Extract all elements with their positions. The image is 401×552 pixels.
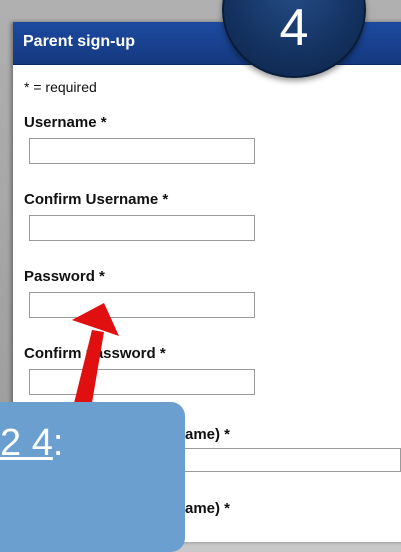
- partial-name-label-1: ame) *: [185, 426, 231, 443]
- step-callout-suffix: :: [52, 422, 64, 464]
- partial-name-input-1[interactable]: [185, 448, 401, 472]
- step-callout-underlined: 2 4: [0, 422, 53, 464]
- partial-name-label-2: ame) *: [185, 500, 231, 517]
- password-label: Password *: [24, 268, 105, 285]
- username-label: Username *: [24, 114, 107, 131]
- confirm-password-label: Confirm password *: [24, 345, 166, 362]
- password-input[interactable]: [29, 292, 255, 318]
- confirm-password-input[interactable]: [29, 369, 255, 395]
- step-callout-text: 2 4:: [0, 422, 63, 465]
- step-callout-box: 2 4:: [0, 402, 185, 552]
- confirm-username-input[interactable]: [29, 215, 255, 241]
- panel-title: Parent sign-up: [23, 33, 136, 50]
- username-input[interactable]: [29, 138, 255, 164]
- required-note: * = required: [24, 79, 97, 95]
- step-number: 4: [279, 0, 309, 57]
- confirm-username-label: Confirm Username *: [24, 191, 169, 208]
